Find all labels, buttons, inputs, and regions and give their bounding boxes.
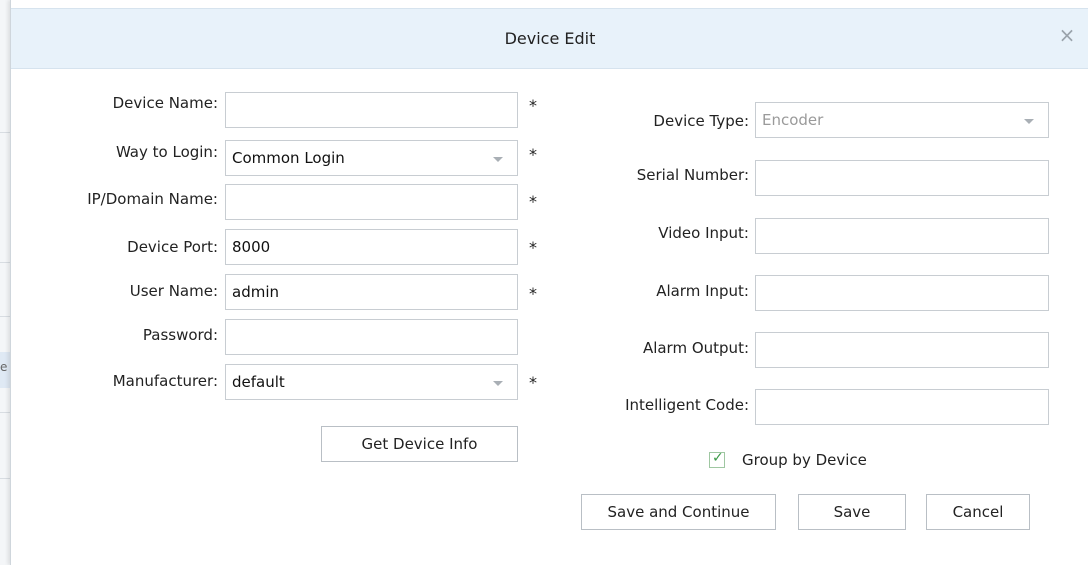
group-by-device-label[interactable]: Group by Device	[742, 451, 867, 469]
alarm-output-input[interactable]	[755, 332, 1049, 368]
device-type-select: Encoder	[755, 102, 1049, 138]
background-partial-text: e	[0, 360, 8, 374]
ip-domain-label: IP/Domain Name:	[87, 190, 218, 208]
background-divider	[0, 412, 10, 413]
chevron-down-icon	[493, 381, 503, 386]
required-marker: *	[529, 145, 537, 164]
check-icon: ✓	[712, 450, 724, 466]
password-label: Password:	[142, 326, 218, 344]
save-button[interactable]: Save	[798, 494, 906, 530]
manufacturer-label: Manufacturer:	[112, 372, 218, 390]
dialog-title: Device Edit	[504, 29, 596, 48]
manufacturer-select[interactable]: default	[225, 364, 518, 400]
video-input-label: Video Input:	[658, 224, 749, 242]
user-name-input[interactable]: admin	[225, 274, 518, 310]
device-port-label: Device Port:	[127, 238, 218, 256]
close-icon[interactable]: ×	[1057, 25, 1077, 45]
device-name-input[interactable]	[225, 92, 518, 128]
save-and-continue-button[interactable]: Save and Continue	[581, 494, 776, 530]
way-to-login-select[interactable]: Common Login	[225, 140, 518, 176]
user-name-label: User Name:	[129, 282, 218, 300]
manufacturer-value: default	[232, 373, 285, 391]
background-app-strip	[0, 0, 10, 565]
screen: e Device Edit × Device Name: * Way to Lo…	[0, 0, 1088, 565]
device-name-label: Device Name:	[112, 94, 218, 112]
password-input[interactable]	[225, 319, 518, 355]
device-type-label: Device Type:	[653, 112, 749, 130]
device-type-value: Encoder	[762, 111, 824, 129]
device-port-input[interactable]: 8000	[225, 229, 518, 265]
alarm-input-label: Alarm Input:	[656, 282, 749, 300]
device-edit-dialog: Device Edit × Device Name: * Way to Logi…	[10, 0, 1088, 565]
intelligent-code-input[interactable]	[755, 389, 1049, 425]
required-marker: *	[529, 192, 537, 211]
background-divider	[0, 132, 10, 133]
intelligent-code-label: Intelligent Code:	[625, 396, 749, 414]
serial-number-input[interactable]	[755, 160, 1049, 196]
alarm-input-input[interactable]	[755, 275, 1049, 311]
chevron-down-icon	[1024, 119, 1034, 124]
get-device-info-button[interactable]: Get Device Info	[321, 426, 518, 462]
way-to-login-label: Way to Login:	[115, 143, 218, 161]
required-marker: *	[529, 373, 537, 392]
background-divider	[0, 316, 10, 317]
cancel-button[interactable]: Cancel	[926, 494, 1030, 530]
chevron-down-icon	[493, 157, 503, 162]
alarm-output-label: Alarm Output:	[642, 339, 749, 357]
background-divider	[0, 262, 10, 263]
serial-number-label: Serial Number:	[636, 166, 749, 184]
dialog-titlebar: Device Edit ×	[11, 8, 1088, 69]
background-divider	[0, 478, 10, 479]
way-to-login-value: Common Login	[232, 149, 345, 167]
group-by-device-checkbox[interactable]: ✓	[709, 450, 725, 468]
ip-domain-input[interactable]	[225, 184, 518, 220]
video-input-input[interactable]	[755, 218, 1049, 254]
